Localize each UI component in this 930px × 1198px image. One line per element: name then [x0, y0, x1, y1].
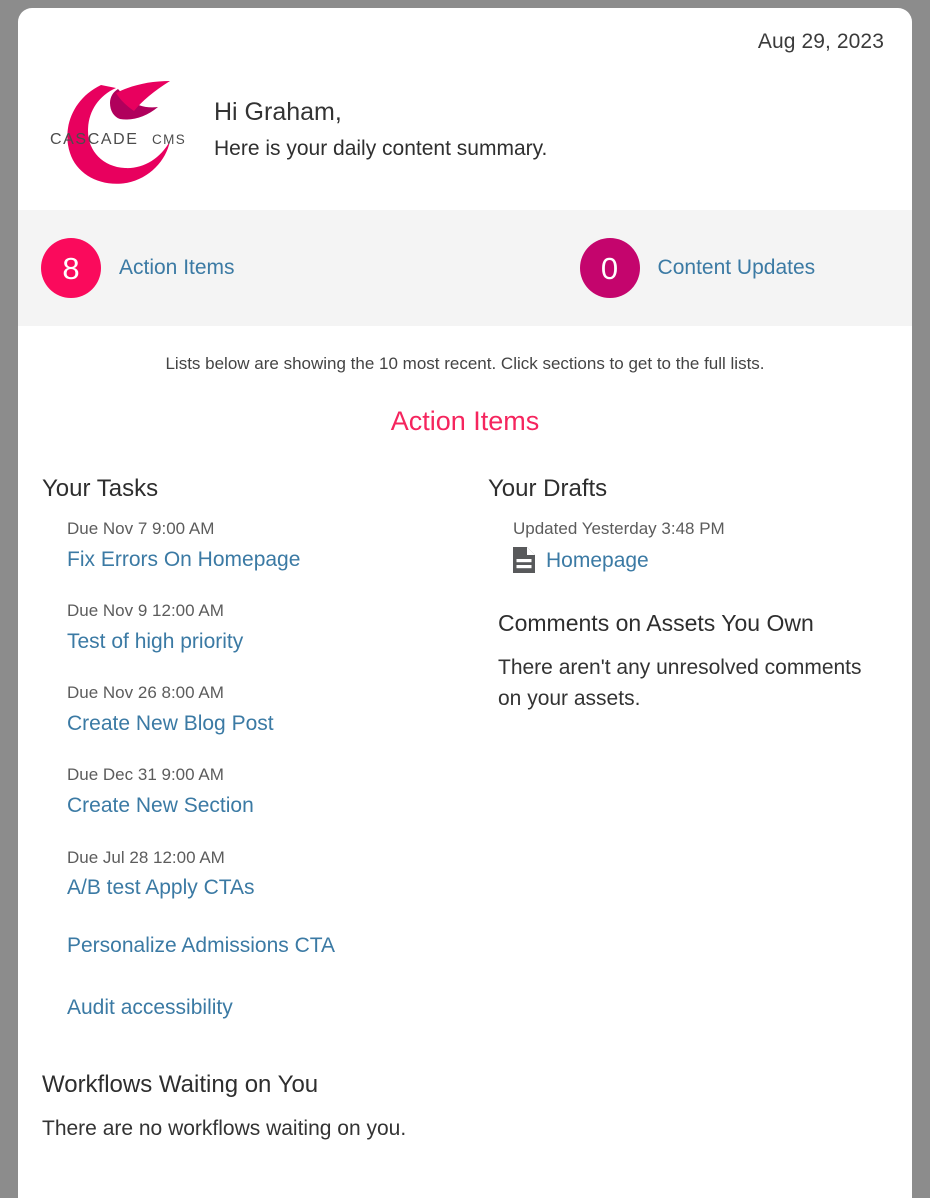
task-link[interactable]: Create New Blog Post	[67, 708, 274, 740]
task-link[interactable]: A/B test Apply CTAs	[67, 872, 255, 904]
task-due-date: Due Dec 31 9:00 AM	[67, 765, 224, 785]
date-row: Aug 29, 2023	[18, 8, 912, 54]
content-updates-count-badge: 0	[579, 238, 640, 298]
comments-block: Comments on Assets You Own There aren't …	[488, 610, 912, 714]
action-items-columns: Your Tasks Due Nov 7 9:00 AM Fix Errors …	[18, 437, 912, 1053]
task-item[interactable]: Due Nov 26 8:00 AM Create New Blog Post	[42, 681, 470, 739]
draft-item[interactable]: Updated Yesterday 3:48 PM Homepage	[488, 517, 912, 576]
task-item[interactable]: Audit accessibility	[42, 990, 470, 1024]
comments-heading: Comments on Assets You Own	[498, 610, 814, 637]
comments-empty-text: There aren't any unresolved comments on …	[498, 656, 862, 710]
your-drafts-column: Your Drafts Updated Yesterday 3:48 PM Ho…	[470, 475, 912, 1053]
task-item[interactable]: Due Dec 31 9:00 AM Create New Section	[42, 763, 470, 821]
workflows-empty-text: There are no workflows waiting on you.	[42, 1116, 407, 1140]
draft-updated-date: Updated Yesterday 3:48 PM	[513, 519, 725, 538]
task-item[interactable]: Personalize Admissions CTA	[42, 928, 470, 962]
draft-link[interactable]: Homepage	[546, 545, 649, 577]
task-item[interactable]: Due Nov 7 9:00 AM Fix Errors On Homepage	[42, 517, 470, 575]
workflows-block: Workflows Waiting on You There are no wo…	[18, 1053, 912, 1141]
action-items-count-badge: 8	[41, 238, 101, 298]
task-link[interactable]: Fix Errors On Homepage	[67, 544, 300, 576]
task-due-date: Due Nov 9 12:00 AM	[67, 601, 224, 621]
document-icon	[513, 547, 535, 574]
your-drafts-heading: Your Drafts	[488, 475, 608, 502]
stat-action-items[interactable]: 8 Action Items	[41, 238, 235, 298]
section-title-action-items: Action Items	[390, 406, 540, 436]
list-note: Lists below are showing the 10 most rece…	[165, 354, 765, 373]
task-item[interactable]: Due Jul 28 12:00 AM A/B test Apply CTAs	[42, 846, 470, 904]
task-item[interactable]: Due Nov 9 12:00 AM Test of high priority	[42, 599, 470, 657]
action-items-link[interactable]: Action Items	[119, 256, 235, 280]
task-link[interactable]: Create New Section	[67, 790, 254, 822]
your-tasks-heading: Your Tasks	[42, 475, 159, 502]
task-link[interactable]: Test of high priority	[67, 626, 243, 658]
your-tasks-column: Your Tasks Due Nov 7 9:00 AM Fix Errors …	[18, 475, 470, 1053]
greeting-line: Hi Graham,	[214, 97, 342, 126]
workflows-heading: Workflows Waiting on You	[42, 1070, 319, 1098]
task-link[interactable]: Personalize Admissions CTA	[67, 930, 335, 962]
greeting-row: CASCADE CMS Hi Graham, Here is your dail…	[18, 54, 912, 184]
task-due-date: Due Jul 28 12:00 AM	[67, 847, 225, 867]
task-due-date: Due Nov 7 9:00 AM	[67, 519, 215, 538]
task-due-date: Due Nov 26 8:00 AM	[67, 683, 224, 703]
summary-date: Aug 29, 2023	[757, 30, 884, 53]
email-summary-card: Aug 29, 2023 CASCADE CMS Hi Graham, Here…	[18, 8, 912, 1198]
stats-bar: 8 Action Items 0 Content Updates	[18, 210, 912, 326]
greeting-subtitle: Here is your daily content summary.	[214, 137, 548, 161]
task-link[interactable]: Audit accessibility	[67, 992, 233, 1024]
greeting-text-block: Hi Graham, Here is your daily content su…	[214, 94, 547, 172]
stat-content-updates[interactable]: 0 Content Updates	[579, 238, 816, 298]
cascade-cms-logo: CASCADE CMS	[46, 77, 206, 189]
content-updates-link[interactable]: Content Updates	[658, 256, 816, 280]
svg-text:CMS: CMS	[152, 132, 186, 147]
logo-wordmark: CASCADE	[50, 131, 139, 148]
